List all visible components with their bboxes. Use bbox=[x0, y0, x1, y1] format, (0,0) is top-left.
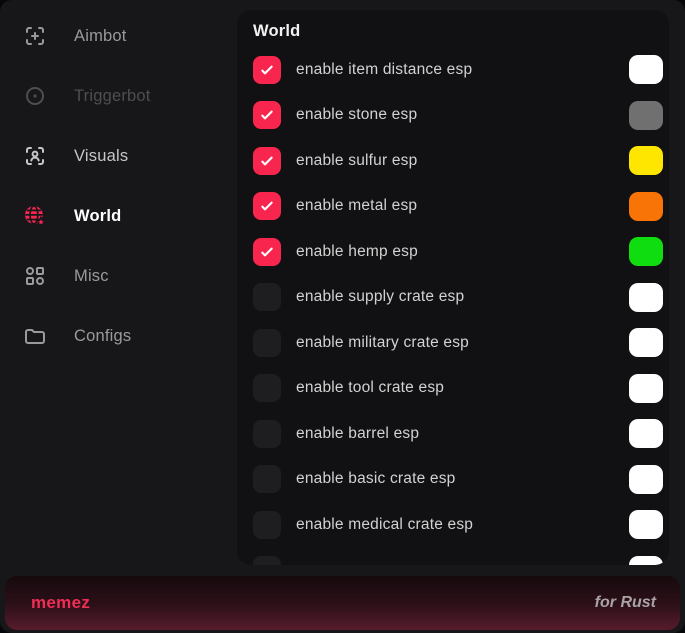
color-swatch[interactable] bbox=[629, 419, 663, 448]
checkbox-label: enable basic crate esp bbox=[296, 470, 456, 488]
page-title: World bbox=[253, 22, 669, 41]
sidebar-item-label: Triggerbot bbox=[74, 87, 151, 106]
esp-checkbox[interactable] bbox=[253, 101, 281, 129]
checkbox-row: enable supply crate esp bbox=[237, 275, 669, 321]
color-swatch[interactable] bbox=[629, 55, 663, 84]
checkbox-label: enable medical crate esp bbox=[296, 516, 473, 534]
color-swatch[interactable] bbox=[629, 465, 663, 494]
sidebar: Aimbot Triggerbot Visuals World Misc Configs bbox=[0, 6, 237, 366]
aimbot-icon bbox=[22, 23, 48, 49]
checkbox-label: enable military crate esp bbox=[296, 334, 469, 352]
checkbox-row: enable military crate esp bbox=[237, 320, 669, 366]
color-swatch[interactable] bbox=[629, 192, 663, 221]
color-swatch[interactable] bbox=[629, 328, 663, 357]
visuals-icon bbox=[22, 143, 48, 169]
esp-checkbox[interactable] bbox=[253, 511, 281, 539]
brand-text: memez bbox=[31, 593, 90, 613]
checkbox-label: enable item distance esp bbox=[296, 61, 472, 79]
sidebar-item-misc[interactable]: Misc bbox=[0, 246, 237, 306]
footer-bar: memez for Rust bbox=[5, 576, 680, 630]
esp-checkbox[interactable] bbox=[253, 420, 281, 448]
checkbox-label: enable stone esp bbox=[296, 106, 417, 124]
checkbox-row: enable hemp esp bbox=[237, 229, 669, 275]
sidebar-item-label: Aimbot bbox=[74, 27, 127, 46]
sidebar-item-configs[interactable]: Configs bbox=[0, 306, 237, 366]
main-panel: World enable item distance esp enable sto… bbox=[237, 10, 669, 565]
esp-checkbox[interactable] bbox=[253, 147, 281, 175]
checkbox-label: enable sulfur esp bbox=[296, 152, 417, 170]
checkbox-row: enable barrel esp bbox=[237, 411, 669, 457]
sidebar-item-label: Configs bbox=[74, 327, 131, 346]
esp-checkbox[interactable] bbox=[253, 238, 281, 266]
color-swatch[interactable] bbox=[629, 101, 663, 130]
esp-settings-list: enable item distance esp enable stone esp… bbox=[237, 47, 669, 565]
sidebar-item-visuals[interactable]: Visuals bbox=[0, 126, 237, 186]
sidebar-item-aimbot[interactable]: Aimbot bbox=[0, 6, 237, 66]
esp-checkbox[interactable] bbox=[253, 465, 281, 493]
sidebar-item-label: Misc bbox=[74, 267, 109, 286]
esp-checkbox[interactable] bbox=[253, 556, 281, 565]
esp-checkbox[interactable] bbox=[253, 374, 281, 402]
color-swatch[interactable] bbox=[629, 556, 663, 565]
color-swatch[interactable] bbox=[629, 146, 663, 175]
checkbox-row: enable metal esp bbox=[237, 184, 669, 230]
esp-checkbox[interactable] bbox=[253, 283, 281, 311]
cheat-menu-window: AimbotTriggerbotVisualsWorldMiscConfigs … bbox=[0, 0, 685, 633]
triggerbot-icon bbox=[22, 83, 48, 109]
checkbox-row: enable stone esp bbox=[237, 93, 669, 139]
esp-checkbox[interactable] bbox=[253, 56, 281, 84]
checkbox-row: enable basic crate esp bbox=[237, 457, 669, 503]
sidebar-item-triggerbot[interactable]: Triggerbot bbox=[0, 66, 237, 126]
checkbox-row: enable tool crate esp bbox=[237, 366, 669, 412]
color-swatch[interactable] bbox=[629, 510, 663, 539]
esp-checkbox[interactable] bbox=[253, 329, 281, 357]
checkbox-label: enable barrel esp bbox=[296, 425, 419, 443]
checkbox-row bbox=[237, 548, 669, 566]
world-icon bbox=[22, 203, 48, 229]
checkbox-label: enable tool crate esp bbox=[296, 379, 444, 397]
checkbox-label: enable hemp esp bbox=[296, 243, 418, 261]
esp-checkbox[interactable] bbox=[253, 192, 281, 220]
misc-icon bbox=[22, 263, 48, 289]
color-swatch[interactable] bbox=[629, 374, 663, 403]
tagline-text: for Rust bbox=[595, 594, 656, 612]
sidebar-item-label: World bbox=[74, 207, 121, 226]
checkbox-label: enable supply crate esp bbox=[296, 288, 464, 306]
sidebar-item-world[interactable]: World bbox=[0, 186, 237, 246]
checkbox-row: enable item distance esp bbox=[237, 47, 669, 93]
checkbox-row: enable medical crate esp bbox=[237, 502, 669, 548]
configs-icon bbox=[22, 323, 48, 349]
checkbox-row: enable sulfur esp bbox=[237, 138, 669, 184]
checkbox-label: enable metal esp bbox=[296, 197, 417, 215]
color-swatch[interactable] bbox=[629, 237, 663, 266]
sidebar-item-label: Visuals bbox=[74, 147, 128, 166]
color-swatch[interactable] bbox=[629, 283, 663, 312]
